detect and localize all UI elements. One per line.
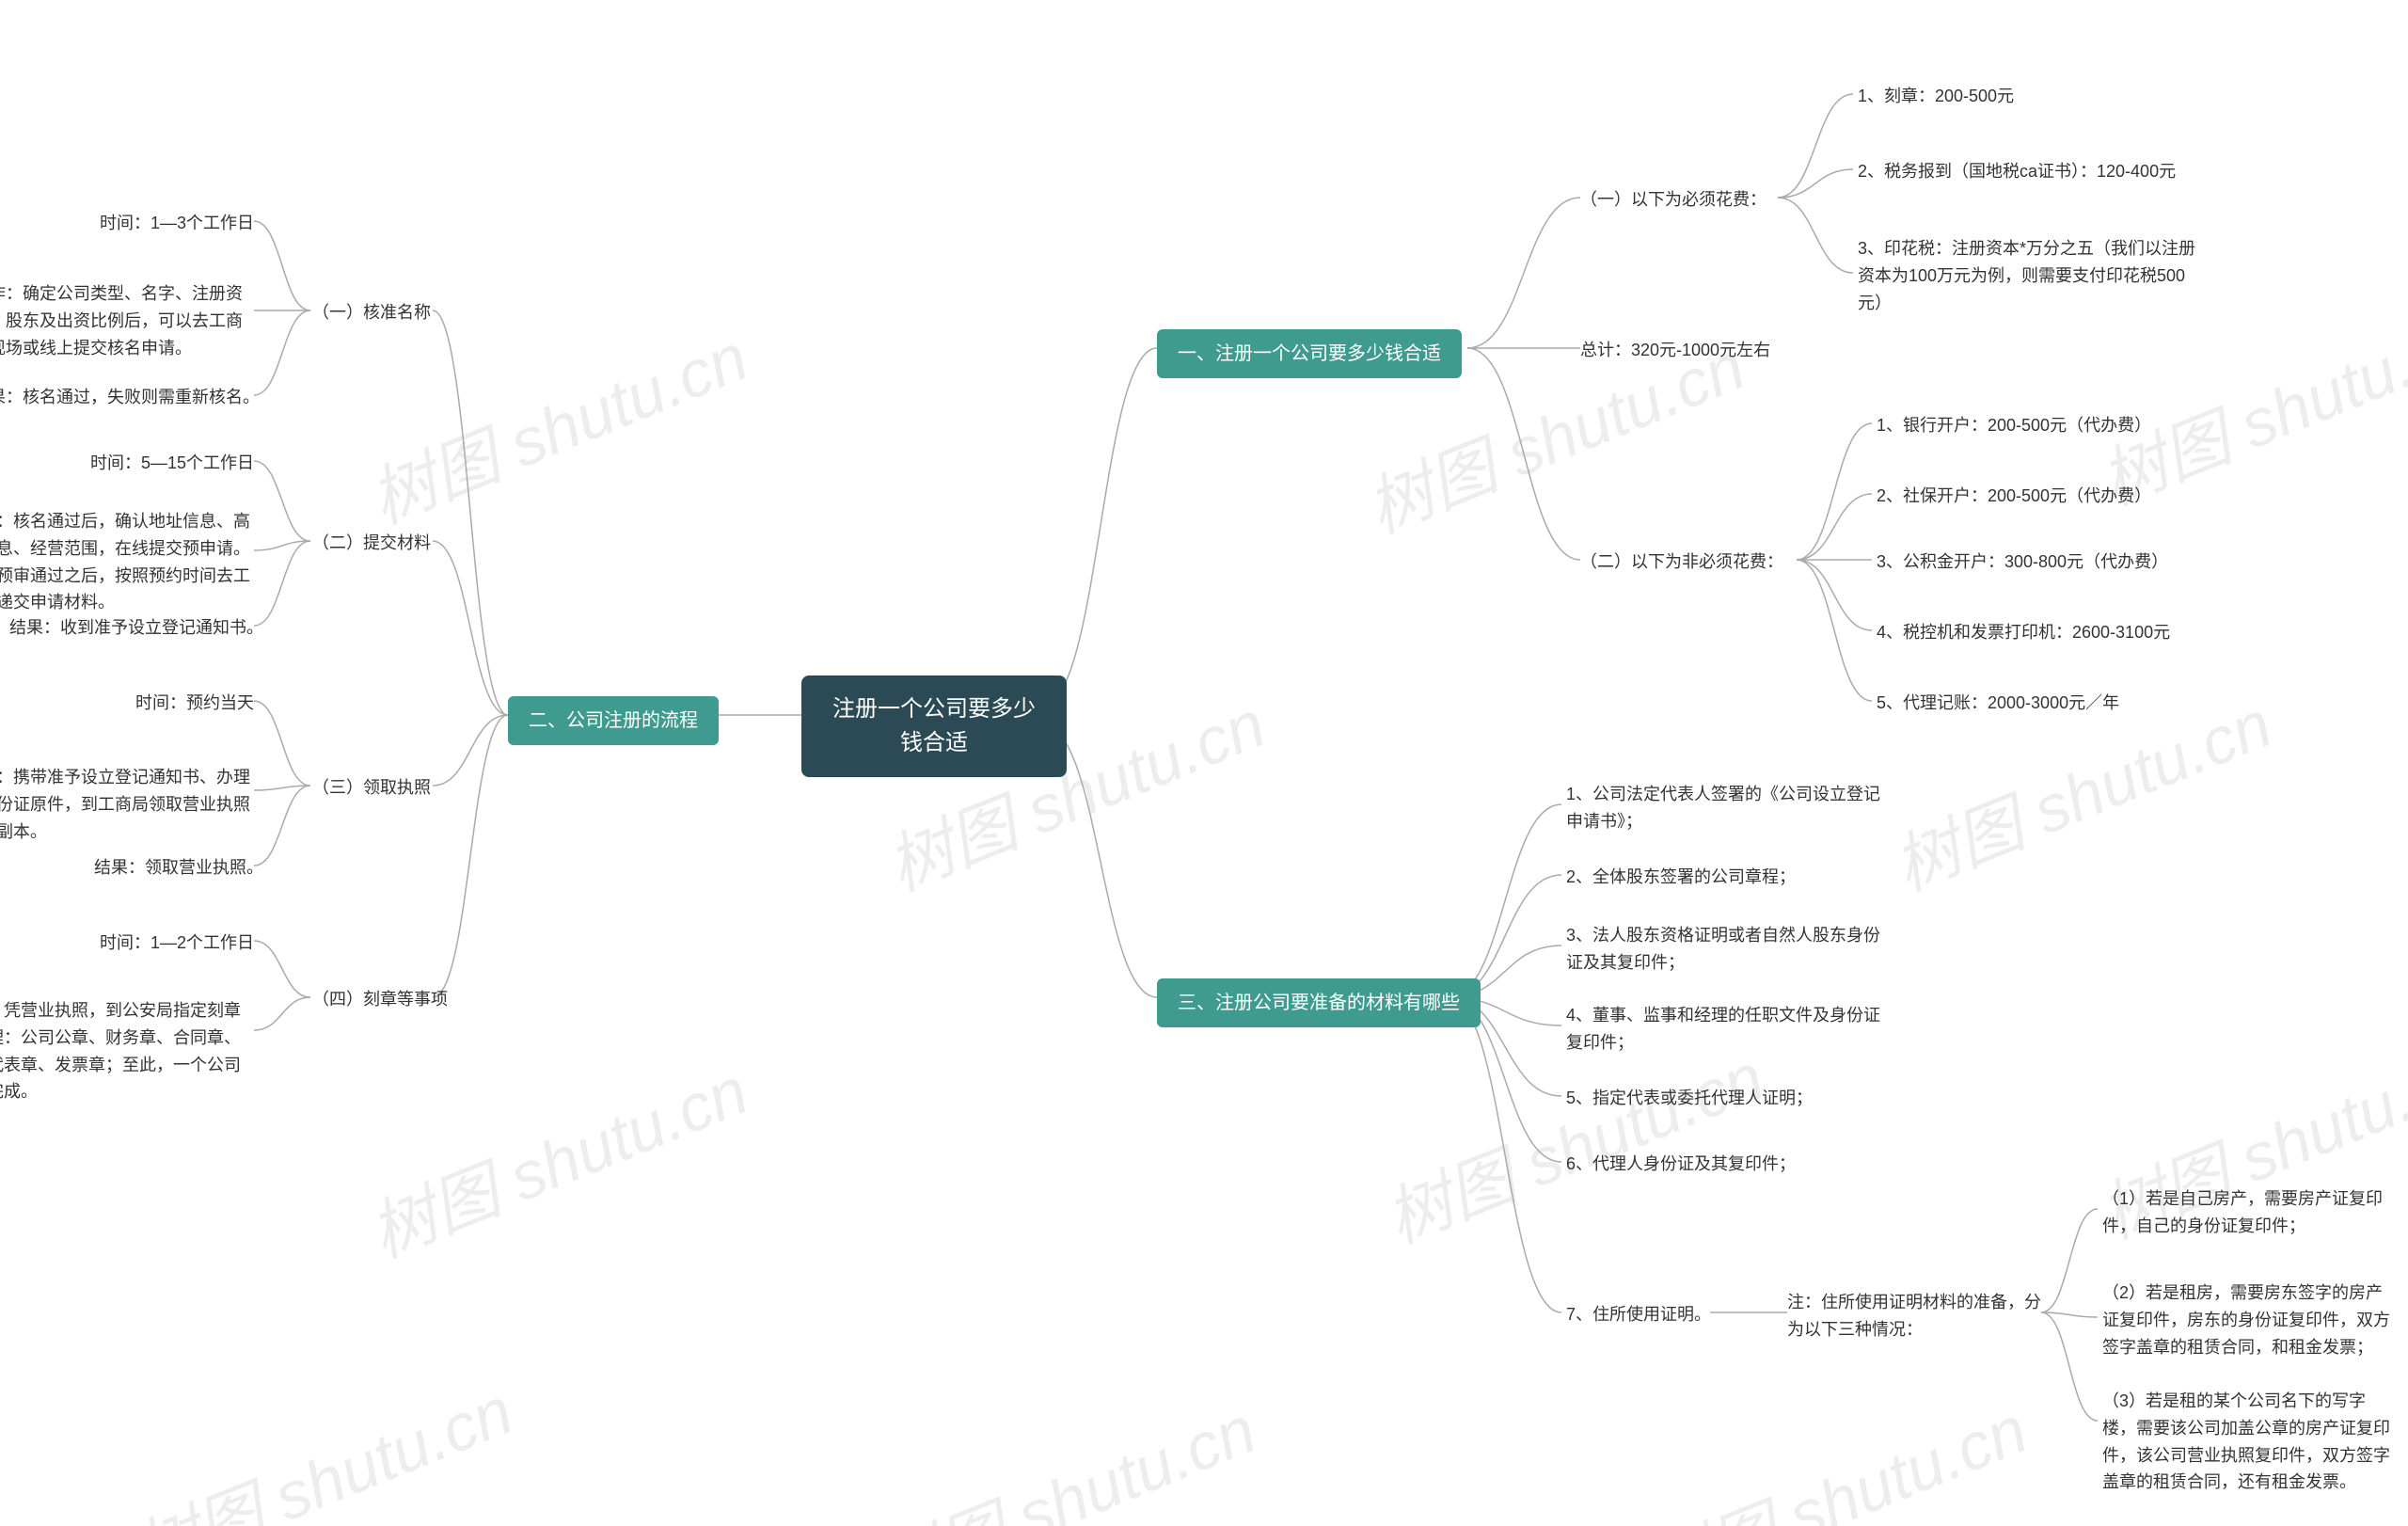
b1-sub2-item4[interactable]: 4、税控机和发票打印机：2600-3100元: [1877, 619, 2170, 646]
b1-sub2-item5[interactable]: 5、代理记账：2000-3000元／年: [1877, 690, 2119, 717]
b1-total[interactable]: 总计：320元-1000元左右: [1580, 337, 1770, 364]
b1-sub1-label[interactable]: （一）以下为必须花费：: [1580, 186, 1766, 214]
branch-1[interactable]: 一、注册一个公司要多少钱合适: [1157, 329, 1462, 378]
b2-step4-op[interactable]: 操作：凭营业执照，到公安局指定刻章点办理：公司公章、财务章、合同章、法人代表章、…: [0, 997, 254, 1105]
b2-step2-result[interactable]: 结果：收到准予设立登记通知书。: [9, 614, 254, 642]
b3-item2[interactable]: 2、全体股东签署的公司章程；: [1566, 864, 1796, 891]
b1-sub2-item3[interactable]: 3、公积金开户：300-800元（代办费）: [1877, 548, 2168, 576]
watermark: 树图 shutu.cn: [355, 1039, 760, 1277]
b1-sub2-item2[interactable]: 2、社保开户：200-500元（代办费）: [1877, 483, 2151, 510]
b1-sub1-item3[interactable]: 3、印花税：注册资本*万分之五（我们以注册资本为100万元为例，则需要支付印花税…: [1858, 235, 2196, 316]
b1-sub2-label[interactable]: （二）以下为非必须花费：: [1580, 548, 1783, 576]
branch-3[interactable]: 三、注册公司要准备的材料有哪些: [1157, 978, 1481, 1027]
b2-step4-time[interactable]: 时间：1—2个工作日: [94, 930, 254, 957]
b2-step3-time[interactable]: 时间：预约当天: [122, 690, 254, 717]
b2-step1-result[interactable]: 结果：核名通过，失败则需重新核名。: [0, 384, 254, 411]
b3-item7-label[interactable]: 7、住所使用证明。: [1566, 1301, 1711, 1328]
b2-step1-time[interactable]: 时间：1—3个工作日: [94, 210, 254, 237]
b1-sub1-item2[interactable]: 2、税务报到（国地税ca证书）：120-400元: [1858, 158, 2176, 185]
b1-sub2-item1[interactable]: 1、银行开户：200-500元（代办费）: [1877, 412, 2151, 439]
watermark: 树图 shutu.cn: [1634, 1377, 2039, 1526]
b2-step3-label[interactable]: （三）领取执照: [312, 774, 431, 802]
b3-item5[interactable]: 5、指定代表或委托代理人证明；: [1566, 1085, 1813, 1112]
b2-step2-op[interactable]: 操作：核名通过后，确认地址信息、高管信息、经营范围，在线提交预申请。在线预审通过…: [0, 508, 254, 616]
b2-step2-time[interactable]: 时间：5—15个工作日: [75, 450, 254, 477]
b2-step4-label[interactable]: （四）刻章等事项: [312, 986, 448, 1013]
connectors: [0, 0, 2408, 1526]
branch-2[interactable]: 二、公司注册的流程: [508, 696, 719, 745]
b3-item3[interactable]: 3、法人股东资格证明或者自然人股东身份证及其复印件；: [1566, 922, 1895, 977]
b2-step2-label[interactable]: （二）提交材料: [312, 530, 431, 557]
b3-item4[interactable]: 4、董事、监事和经理的任职文件及身份证复印件；: [1566, 1002, 1895, 1057]
b2-step3-result[interactable]: 结果：领取营业执照。: [94, 854, 254, 882]
b3-item7-note[interactable]: 注：住所使用证明材料的准备，分为以下三种情况：: [1787, 1289, 2041, 1343]
watermark: 树图 shutu.cn: [1370, 1025, 1776, 1263]
b3-item6[interactable]: 6、代理人身份证及其复印件；: [1566, 1151, 1796, 1178]
b1-sub1-item1[interactable]: 1、刻章：200-500元: [1858, 83, 2014, 110]
watermark: 树图 shutu.cn: [119, 1359, 525, 1526]
b3-item7-case1[interactable]: （1）若是自己房产，需要房产证复印件，自己的身份证复印件；: [2102, 1185, 2394, 1240]
b2-step3-op[interactable]: 操作：携带准予设立登记通知书、办理人身份证原件，到工商局领取营业执照正、副本。: [0, 764, 254, 845]
watermark: 树图 shutu.cn: [355, 305, 760, 543]
b3-item7-case2[interactable]: （2）若是租房，需要房东签字的房产证复印件，房东的身份证复印件，双方签字盖章的租…: [2102, 1280, 2394, 1360]
b2-step1-label[interactable]: （一）核准名称: [312, 299, 431, 326]
b3-item7-case3[interactable]: （3）若是租的某个公司名下的写字楼，需要该公司加盖公章的房产证复印件，该公司营业…: [2102, 1388, 2394, 1496]
root-node[interactable]: 注册一个公司要多少钱合适: [801, 676, 1067, 777]
b3-item1[interactable]: 1、公司法定代表人签署的《公司设立登记申请书》；: [1566, 781, 1895, 835]
watermark: 树图 shutu.cn: [863, 1377, 1268, 1526]
b2-step1-op[interactable]: 操作：确定公司类型、名字、注册资本、股东及出资比例后，可以去工商局现场或线上提交…: [0, 280, 254, 361]
